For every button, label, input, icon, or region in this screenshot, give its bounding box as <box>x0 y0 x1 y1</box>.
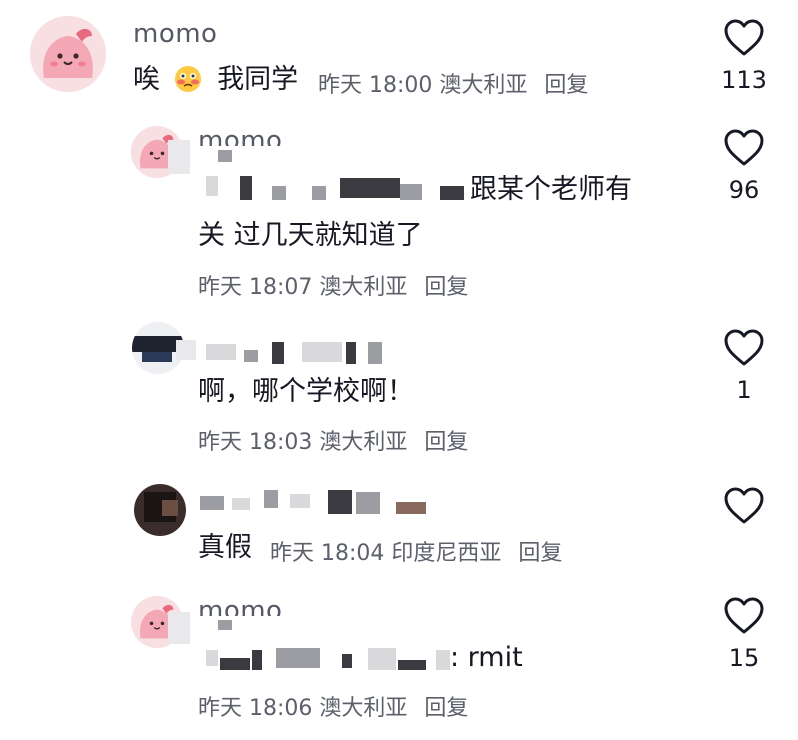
comment-text: 啊，哪个学校啊！ <box>198 376 414 407</box>
comment-username[interactable]: momo <box>133 19 217 49</box>
pixelated-region <box>302 342 342 362</box>
reply-button[interactable]: 回复 <box>424 430 468 455</box>
like-count: 15 <box>728 644 760 672</box>
comment-location: 澳大利亚 <box>319 696 408 721</box>
comment-time: 昨天 18:00 <box>318 73 433 98</box>
like-count: 96 <box>728 176 760 204</box>
heart-outline-icon[interactable] <box>723 18 765 58</box>
heart-outline-icon[interactable] <box>723 486 765 526</box>
avatar-pixel <box>142 352 172 362</box>
pixelated-region <box>312 186 326 200</box>
heart-outline-icon[interactable] <box>723 596 765 636</box>
comment-text-part: 唉 <box>133 64 160 95</box>
pixelated-region <box>346 342 356 364</box>
comment-meta: 昨天 18:06 澳大利亚 回复 <box>198 690 468 722</box>
pixelated-region <box>200 496 224 510</box>
comment-meta: 昨天 18:03 澳大利亚 回复 <box>198 424 468 456</box>
reply-button[interactable]: 回复 <box>518 541 562 566</box>
comment-time: 昨天 18:07 <box>198 275 313 300</box>
pixelated-region <box>396 502 426 514</box>
comment-meta: 昨天 18:04 印度尼西亚 回复 <box>270 535 562 567</box>
comment-text-part: 我同学 <box>217 64 299 95</box>
comment-text: 唉 我同学 <box>133 60 298 100</box>
pixelated-region <box>328 490 352 514</box>
heart-outline-icon[interactable] <box>723 128 765 168</box>
comment-location: 澳大利亚 <box>319 275 408 300</box>
pixelated-region <box>252 650 262 670</box>
pixelated-region <box>218 150 232 162</box>
comment-text: 关 过几天就知道了 <box>198 220 423 251</box>
pixelated-region <box>176 340 196 360</box>
avatar[interactable] <box>134 484 186 536</box>
pixelated-region <box>168 140 190 174</box>
reply-button[interactable]: 回复 <box>424 696 468 721</box>
pixelated-region <box>342 654 352 668</box>
avatar[interactable] <box>30 16 106 92</box>
pixelated-region <box>400 184 422 200</box>
reply-button[interactable]: 回复 <box>544 73 588 98</box>
pixelated-region <box>272 342 284 364</box>
comment-time: 昨天 18:03 <box>198 430 313 455</box>
reply-button[interactable]: 回复 <box>424 275 468 300</box>
pixelated-region <box>206 176 218 196</box>
pixelated-region <box>240 176 252 200</box>
comment-meta: 昨天 18:00 澳大利亚 回复 <box>318 67 588 99</box>
pixelated-region <box>356 492 380 514</box>
comment-location: 澳大利亚 <box>319 430 408 455</box>
pixelated-region <box>206 650 218 666</box>
pixelated-region <box>440 186 464 200</box>
pixelated-region <box>368 648 396 670</box>
comment-text: 真假 <box>198 532 252 563</box>
pixelated-region <box>272 186 286 200</box>
pixelated-region <box>244 350 258 362</box>
pink-blob-avatar-icon <box>30 16 106 92</box>
avatar-pixel <box>162 500 178 516</box>
pixelated-region <box>232 498 250 510</box>
flushed-face-emoji-icon <box>174 65 201 92</box>
comment-location: 印度尼西亚 <box>391 541 502 566</box>
pixelated-region <box>276 648 320 668</box>
heart-outline-icon[interactable] <box>723 328 765 368</box>
comment-text: 跟某个老师有 <box>470 174 632 205</box>
pixelated-region <box>290 494 310 508</box>
pixelated-region <box>218 620 232 630</box>
pixelated-region <box>206 344 236 360</box>
comment-username[interactable]: momo <box>198 126 282 146</box>
like-count: 113 <box>721 66 767 94</box>
comment-text: : rmit <box>450 642 523 673</box>
pixelated-region <box>436 650 450 670</box>
pixelated-region <box>368 342 382 364</box>
comment-meta: 昨天 18:07 澳大利亚 回复 <box>198 269 468 301</box>
comment-location: 澳大利亚 <box>439 73 528 98</box>
comment-time: 昨天 18:06 <box>198 696 313 721</box>
comment-time: 昨天 18:04 <box>270 541 385 566</box>
like-count: 1 <box>736 376 752 404</box>
pixelated-region <box>264 490 278 508</box>
pixelated-region <box>340 178 400 198</box>
pixelated-region <box>398 660 426 670</box>
pixelated-region <box>220 658 250 670</box>
pixelated-region <box>168 612 190 644</box>
comment-username[interactable]: momo <box>198 596 282 616</box>
